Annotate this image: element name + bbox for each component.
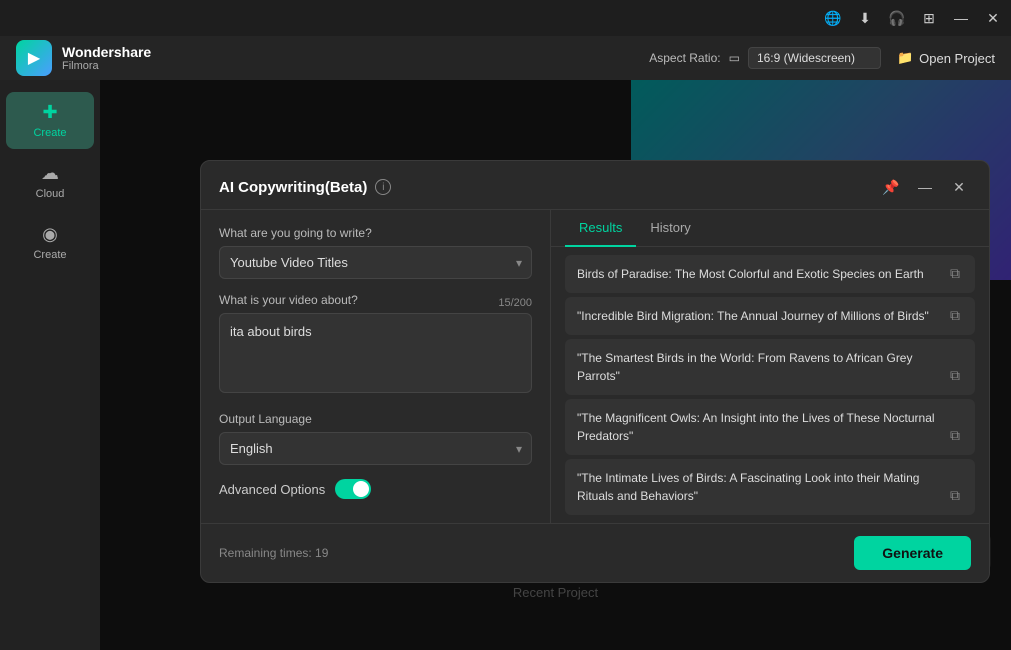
modal-close-button[interactable]: ✕ — [947, 175, 971, 199]
tab-results[interactable]: Results — [565, 210, 636, 247]
language-dropdown-wrapper: English Spanish French German Chinese Ja… — [219, 432, 532, 465]
aspect-ratio-bar: Aspect Ratio: ▭ 16:9 (Widescreen) — [649, 47, 881, 69]
result-text-2: "Incredible Bird Migration: The Annual J… — [577, 307, 963, 325]
advanced-options-label: Advanced Options — [219, 482, 325, 497]
advanced-options-toggle[interactable] — [335, 479, 371, 499]
modal-title: AI Copywriting(Beta) — [219, 179, 367, 196]
modal-body: What are you going to write? Youtube Vid… — [201, 210, 989, 523]
ai-copywriting-modal: AI Copywriting(Beta) i 📌 — ✕ What are yo… — [200, 160, 990, 583]
remaining-times: Remaining times: 19 — [219, 546, 328, 560]
about-field: What is your video about? 15/200 — [219, 293, 532, 398]
modal-controls: 📌 — ✕ — [879, 175, 971, 199]
open-project-button[interactable]: 📁 Open Project — [897, 50, 995, 66]
modal-header: AI Copywriting(Beta) i 📌 — ✕ — [201, 161, 989, 210]
logo-icon: ▶ — [16, 40, 52, 76]
aspect-ratio-label: Aspect Ratio: — [649, 51, 720, 65]
sidebar-item-label-create: Create — [33, 127, 66, 139]
tabs-row: Results History — [551, 210, 989, 247]
toggle-knob — [353, 481, 369, 497]
result-item-5: "The Intimate Lives of Birds: A Fascinat… — [565, 459, 975, 515]
results-list: Birds of Paradise: The Most Colorful and… — [551, 247, 989, 523]
result-text-3: "The Smartest Birds in the World: From R… — [577, 349, 963, 385]
copy-button-5[interactable]: ⧉ — [943, 483, 967, 507]
language-dropdown[interactable]: English Spanish French German Chinese Ja… — [219, 432, 532, 465]
write-type-dropdown-wrapper: Youtube Video Titles Video Description V… — [219, 246, 532, 279]
result-item-4: "The Magnificent Owls: An Insight into t… — [565, 399, 975, 455]
download-icon[interactable]: ⬇ — [855, 8, 875, 28]
output-language-label: Output Language — [219, 412, 532, 426]
write-type-label: What are you going to write? — [219, 226, 532, 240]
tab-history[interactable]: History — [636, 210, 704, 247]
write-type-field: What are you going to write? Youtube Vid… — [219, 226, 532, 279]
aspect-ratio-icon: ▭ — [729, 51, 740, 65]
effects-icon: ◉ — [42, 224, 58, 245]
close-icon[interactable]: ✕ — [983, 8, 1003, 28]
modal-title-group: AI Copywriting(Beta) i — [219, 179, 391, 196]
sidebar: ✚ Create ☁ Cloud ◉ Create — [0, 80, 100, 650]
copy-button-4[interactable]: ⧉ — [943, 423, 967, 447]
create-icon: ✚ — [42, 102, 57, 123]
globe-icon[interactable]: 🌐 — [823, 8, 843, 28]
aspect-ratio-dropdown[interactable]: 16:9 (Widescreen) — [748, 47, 881, 69]
sidebar-item-cloud[interactable]: ☁ Cloud — [6, 153, 94, 210]
sidebar-item-create[interactable]: ✚ Create — [6, 92, 94, 149]
right-panel: Results History Birds of Paradise: The M… — [551, 210, 989, 523]
minimize-icon[interactable]: — — [951, 8, 971, 28]
left-panel: What are you going to write? Youtube Vid… — [201, 210, 551, 523]
info-icon[interactable]: i — [375, 179, 391, 195]
app-logo: ▶ Wondershare Filmora — [16, 40, 151, 76]
app-header: ▶ Wondershare Filmora Aspect Ratio: ▭ 16… — [0, 36, 1011, 80]
title-bar: 🌐 ⬇ 🎧 ⊞ — ✕ — [0, 0, 1011, 36]
sidebar-item-create2[interactable]: ◉ Create — [6, 214, 94, 271]
folder-icon: 📁 — [897, 50, 913, 66]
char-count: 15/200 — [498, 297, 532, 309]
result-item-2: "Incredible Bird Migration: The Annual J… — [565, 297, 975, 335]
write-type-dropdown[interactable]: Youtube Video Titles Video Description V… — [219, 246, 532, 279]
modal-footer: Remaining times: 19 Generate — [201, 523, 989, 582]
about-field-header: What is your video about? 15/200 — [219, 293, 532, 313]
copy-button-2[interactable]: ⧉ — [943, 303, 967, 327]
result-item-1: Birds of Paradise: The Most Colorful and… — [565, 255, 975, 293]
about-textarea[interactable] — [219, 313, 532, 393]
modal-minimize-button[interactable]: — — [913, 175, 937, 199]
result-text-5: "The Intimate Lives of Birds: A Fascinat… — [577, 469, 963, 505]
cloud-icon: ☁ — [41, 163, 59, 184]
output-language-field: Output Language English Spanish French G… — [219, 412, 532, 465]
copy-button-3[interactable]: ⧉ — [943, 363, 967, 387]
headset-icon[interactable]: 🎧 — [887, 8, 907, 28]
result-text-1: Birds of Paradise: The Most Colorful and… — [577, 265, 963, 283]
pin-icon[interactable]: 📌 — [879, 175, 903, 199]
header-right: Aspect Ratio: ▭ 16:9 (Widescreen) 📁 Open… — [649, 47, 995, 69]
result-text-4: "The Magnificent Owls: An Insight into t… — [577, 409, 963, 445]
copy-button-1[interactable]: ⧉ — [943, 261, 967, 285]
result-item-3: "The Smartest Birds in the World: From R… — [565, 339, 975, 395]
grid-icon[interactable]: ⊞ — [919, 8, 939, 28]
app-name-line1: Wondershare — [62, 44, 151, 61]
sidebar-item-label-create2: Create — [33, 249, 66, 261]
main-content: Recent Project ↻ ⊞ AI Copywriting(Beta) … — [100, 80, 1011, 650]
sidebar-item-label-cloud: Cloud — [36, 188, 65, 200]
app-name-line2: Filmora — [62, 60, 151, 72]
about-label: What is your video about? — [219, 293, 358, 307]
generate-button[interactable]: Generate — [854, 536, 971, 570]
advanced-options-row: Advanced Options — [219, 479, 532, 499]
